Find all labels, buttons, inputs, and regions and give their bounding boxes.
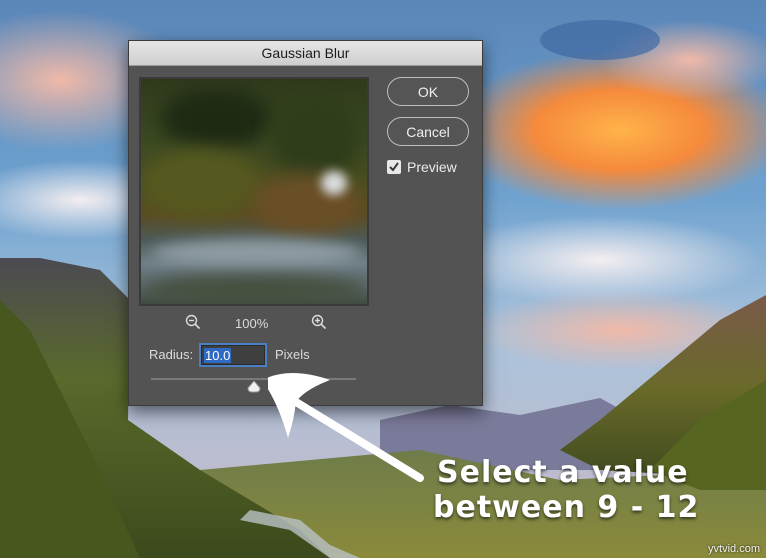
preview-image xyxy=(141,79,367,304)
annotation-line-2: between 9 - 12 xyxy=(433,490,700,525)
preview-label: Preview xyxy=(407,159,457,175)
watermark: yvtvid.com xyxy=(708,543,760,555)
zoom-level: 100% xyxy=(235,316,269,331)
zoom-controls: 100% xyxy=(139,314,369,334)
radius-unit-label: Pixels xyxy=(275,347,310,362)
annotation-line-1: Select a value xyxy=(437,455,689,490)
checkmark-icon xyxy=(389,162,399,172)
zoom-out-icon[interactable] xyxy=(185,314,201,333)
zoom-in-icon[interactable] xyxy=(311,314,327,333)
radius-slider-thumb[interactable] xyxy=(246,381,261,393)
preview-checkbox[interactable] xyxy=(387,160,401,174)
radius-label: Radius: xyxy=(149,347,194,362)
ok-button[interactable]: OK xyxy=(387,77,469,106)
blur-preview[interactable] xyxy=(139,77,369,306)
cancel-button[interactable]: Cancel xyxy=(387,117,469,146)
dialog-title: Gaussian Blur xyxy=(129,41,482,66)
gaussian-blur-dialog: Gaussian Blur 100% Radius: 10.0 Pixels O xyxy=(128,40,483,406)
radius-value[interactable]: 10.0 xyxy=(204,348,232,363)
radius-input[interactable]: 10.0 xyxy=(201,345,265,365)
